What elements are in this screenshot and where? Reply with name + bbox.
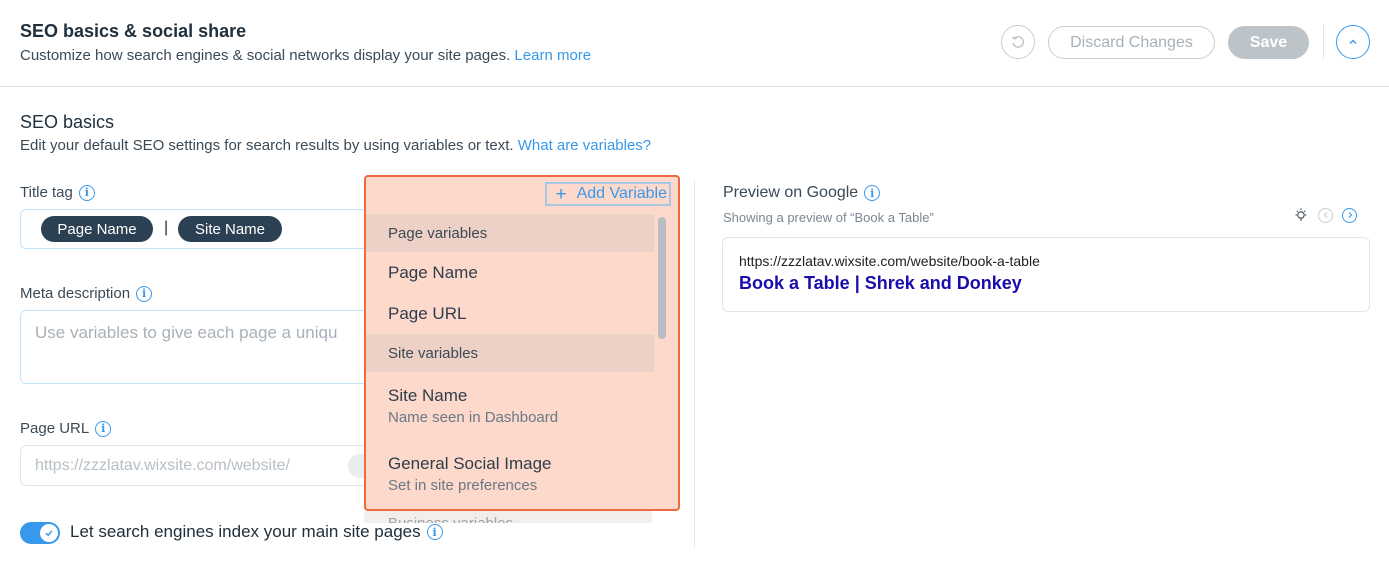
index-toggle[interactable] [20,522,60,544]
page-header: SEO basics & social share Customize how … [0,0,1389,87]
info-icon[interactable]: i [864,185,881,201]
meta-description-label-text: Meta description [20,285,131,302]
group-header-partial-text: Business variables [388,515,513,523]
column-divider [694,180,695,548]
menu-item-label: General Social Image [388,454,552,473]
page-subtitle-text: Customize how search engines & social ne… [20,47,511,64]
title-tag-label: Title tag i [20,184,95,201]
discard-changes-button[interactable]: Discard Changes [1048,26,1215,59]
collapse-button[interactable] [1336,25,1370,59]
lightbulb-icon[interactable] [1293,207,1309,223]
preview-subtitle: Showing a preview of “Book a Table” [723,210,934,225]
next-page-button[interactable] [1342,207,1357,223]
page-url-label-text: Page URL [20,420,90,437]
page-url-input[interactable]: https://zzzlatav.wixsite.com/website/ [20,445,380,486]
menu-item-general-social-image[interactable]: General Social Image Set in site prefere… [366,440,654,508]
chevron-left-icon [1323,212,1327,218]
google-preview-card: https://zzzlatav.wixsite.com/website/boo… [722,237,1370,312]
site-name-chip[interactable]: Site Name [178,216,282,242]
title-tag-input[interactable]: Page Name | Site Name [20,209,380,249]
preview-title: Preview on Google i [723,184,881,202]
title-tag-label-text: Title tag [20,184,73,201]
preview-title-text: Preview on Google [723,184,859,201]
dropdown-scrollbar[interactable] [658,217,666,339]
seo-basics-subtitle-text: Edit your default SEO settings for searc… [20,137,514,154]
undo-icon [1012,36,1024,48]
variable-dropdown: + Add Variable Page variables Page Name … [364,175,680,511]
group-header-site-variables: Site variables [366,334,654,372]
index-toggle-label-text: Let search engines index your main site … [70,522,421,541]
info-icon[interactable]: i [426,524,443,540]
learn-more-link[interactable]: Learn more [514,47,591,64]
menu-item-sublabel: Name seen in Dashboard [388,409,559,426]
page-url-label: Page URL i [20,420,112,437]
group-header-page-variables: Page variables [366,214,654,252]
page-name-chip[interactable]: Page Name [41,216,153,242]
check-icon [45,530,53,537]
preview-link[interactable]: Book a Table | Shrek and Donkey [739,273,1022,294]
page-url-prefix: https://zzzlatav.wixsite.com/website/ [35,457,290,474]
info-icon[interactable]: i [95,420,112,437]
variable-menu: Page variables Page Name Page URL Site v… [366,214,654,508]
plus-icon: + [555,183,567,205]
info-icon[interactable]: i [136,285,153,302]
menu-item-page-url[interactable]: Page URL [366,293,654,334]
prev-page-button[interactable] [1318,207,1333,223]
seo-basics-subtitle: Edit your default SEO settings for searc… [20,137,651,154]
what-are-variables-link[interactable]: What are variables? [518,137,651,154]
add-variable-button[interactable]: + Add Variable [545,182,671,206]
meta-description-input[interactable]: Use variables to give each page a uniqu [20,310,380,384]
add-variable-label: Add Variable [576,185,667,202]
toggle-knob [40,524,58,542]
chevron-right-icon [1348,212,1352,218]
meta-description-placeholder: Use variables to give each page a uniqu [35,323,338,342]
save-button[interactable]: Save [1228,26,1309,59]
menu-item-label: Site Name [388,386,468,405]
page-subtitle: Customize how search engines & social ne… [20,47,591,64]
meta-description-label: Meta description i [20,285,153,302]
preview-controls [1293,207,1357,223]
undo-button[interactable] [1001,25,1035,59]
info-icon[interactable]: i [78,184,95,201]
preview-url: https://zzzlatav.wixsite.com/website/boo… [739,253,1040,269]
seo-basics-title: SEO basics [20,112,115,132]
group-header-partial: Business variables [364,511,652,523]
page-title: SEO basics & social share [20,21,247,41]
menu-item-page-name[interactable]: Page Name [366,252,654,293]
menu-item-site-name[interactable]: Site Name Name seen in Dashboard [366,372,654,440]
index-toggle-label: Let search engines index your main site … [70,522,443,542]
chevron-up-icon [1349,39,1357,44]
menu-item-sublabel: Set in site preferences [388,477,538,494]
header-divider [1323,25,1324,59]
chip-separator: | [164,219,169,236]
